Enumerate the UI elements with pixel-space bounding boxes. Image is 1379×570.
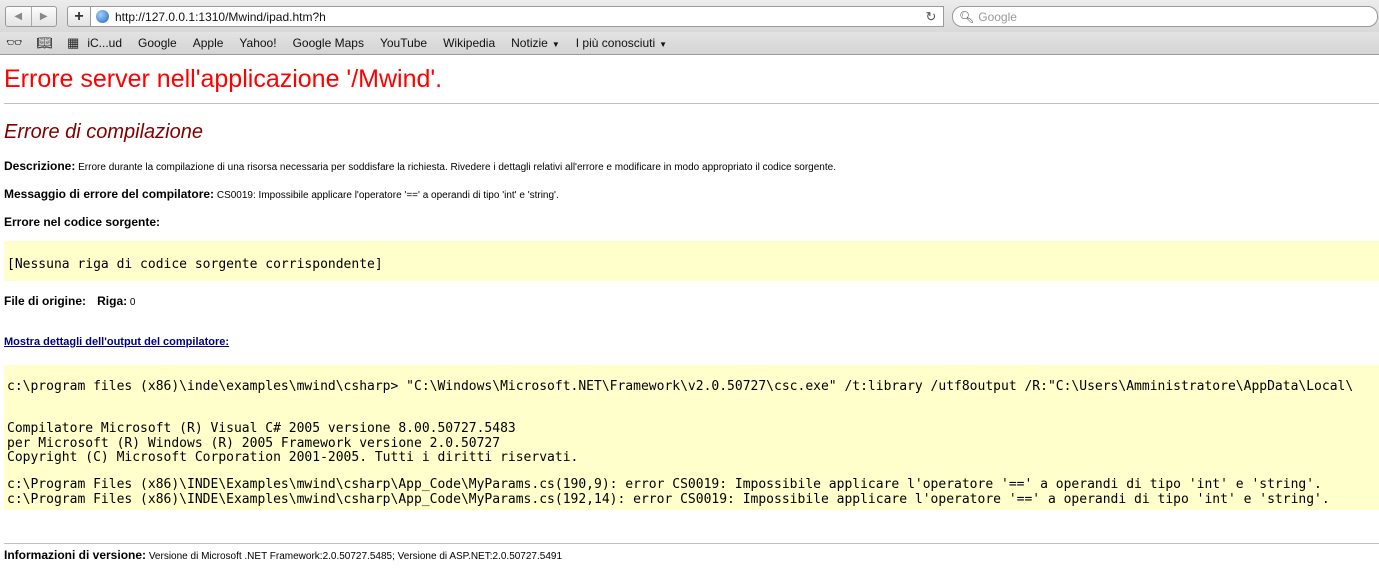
- source-code-box: [Nessuna riga di codice sorgente corrisp…: [4, 241, 1379, 281]
- bookmark-notizie-label: Notizie: [511, 36, 548, 50]
- source-file-line: File di origine: Riga: 0: [4, 294, 135, 308]
- compiler-output-box: c:\program files (x86)\inde\examples\mwi…: [4, 365, 1379, 510]
- forward-button[interactable]: ▶: [30, 7, 57, 26]
- compiler-banner-line-2: per Microsoft (R) Windows (R) 2005 Frame…: [7, 435, 501, 451]
- chevron-down-icon: ▼: [551, 40, 560, 49]
- compiler-error-line-1: c:\Program Files (x86)\INDE\Examples\mwi…: [7, 477, 1322, 492]
- compiler-message-label: Messaggio di errore del compilatore:: [4, 187, 215, 201]
- bookmark-top-visited-menu[interactable]: I più conosciuti ▼: [576, 36, 667, 50]
- bookmark-google-maps[interactable]: Google Maps: [293, 36, 364, 50]
- bookmark-apple[interactable]: Apple: [193, 36, 224, 50]
- line-value: 0: [129, 297, 136, 308]
- reading-list-icon[interactable]: 👓︎: [6, 35, 23, 51]
- compiler-banner-line-1: Compilatore Microsoft (R) Visual C# 2005…: [7, 421, 516, 436]
- search-bar[interactable]: 🔍︎ Google: [952, 6, 1378, 27]
- error-subtitle: Errore di compilazione: [4, 121, 203, 143]
- reload-icon[interactable]: ↻: [923, 9, 939, 25]
- source-error-line: Errore nel codice sorgente:: [4, 215, 160, 229]
- description-text: Errore durante la compilazione di una ri…: [78, 162, 836, 173]
- description-line: Descrizione: Errore durante la compilazi…: [4, 159, 836, 173]
- source-code-text: [Nessuna riga di codice sorgente corrisp…: [7, 257, 383, 272]
- top-sites-grid-icon[interactable]: ▦: [67, 35, 79, 51]
- bookmark-wikipedia[interactable]: Wikipedia: [443, 36, 495, 50]
- bookmark-top-visited-label: I più conosciuti: [575, 36, 656, 50]
- nav-buttons: ◀ ▶: [5, 6, 57, 27]
- compiler-message-text: CS0019: Impossibile applicare l'operator…: [216, 190, 559, 201]
- address-bar[interactable]: http://127.0.0.1:1310/Mwind/ipad.htm?h ↻: [90, 6, 944, 27]
- page-content: Errore server nell'applicazione '/Mwind'…: [0, 55, 1379, 570]
- compiler-message-line: Messaggio di errore del compilatore: CS0…: [4, 187, 559, 201]
- show-compiler-output-link[interactable]: Mostra dettagli dell'output del compilat…: [4, 336, 229, 348]
- search-placeholder[interactable]: Google: [978, 10, 1017, 24]
- source-file-label: File di origine:: [4, 294, 87, 308]
- bookmarks-bar: 👓︎ 📖︎ ▦ iC...ud Google Apple Yahoo! Goog…: [0, 32, 1379, 55]
- line-label: Riga:: [97, 294, 128, 308]
- bookmark-icloud[interactable]: iC...ud: [87, 36, 122, 50]
- divider: [4, 543, 1379, 544]
- back-button[interactable]: ◀: [6, 7, 31, 26]
- chevron-down-icon: ▼: [659, 40, 668, 49]
- bookmark-yahoo[interactable]: Yahoo!: [239, 36, 276, 50]
- compiler-error-line-2: c:\Program Files (x86)\INDE\Examples\mwi…: [7, 491, 1330, 507]
- url-text[interactable]: http://127.0.0.1:1310/Mwind/ipad.htm?h: [115, 10, 923, 24]
- bookmarks-book-icon[interactable]: 📖︎: [37, 35, 54, 51]
- divider: [4, 103, 1379, 104]
- version-info-line: Informazioni di versione: Versione di Mi…: [4, 548, 562, 562]
- bookmark-notizie-menu[interactable]: Notizie ▼: [511, 36, 560, 50]
- search-icon: 🔍︎: [959, 9, 975, 24]
- browser-toolbar: ◀ ▶ + http://127.0.0.1:1310/Mwind/ipad.h…: [0, 0, 1379, 32]
- description-label: Descrizione:: [4, 159, 76, 173]
- bookmark-youtube[interactable]: YouTube: [380, 36, 427, 50]
- source-error-label: Errore nel codice sorgente:: [4, 215, 161, 229]
- page-title: Errore server nell'applicazione '/Mwind'…: [4, 65, 443, 93]
- compiler-banner-line-3: Copyright (C) Microsoft Corporation 2001…: [7, 450, 579, 465]
- compiler-command: c:\program files (x86)\inde\examples\mwi…: [7, 379, 1354, 394]
- add-bookmark-button[interactable]: +: [67, 6, 90, 27]
- globe-icon: [96, 10, 109, 23]
- version-info-text: Versione di Microsoft .NET Framework:2.0…: [148, 551, 563, 562]
- bookmark-google[interactable]: Google: [138, 36, 177, 50]
- version-info-label: Informazioni di versione:: [4, 548, 147, 562]
